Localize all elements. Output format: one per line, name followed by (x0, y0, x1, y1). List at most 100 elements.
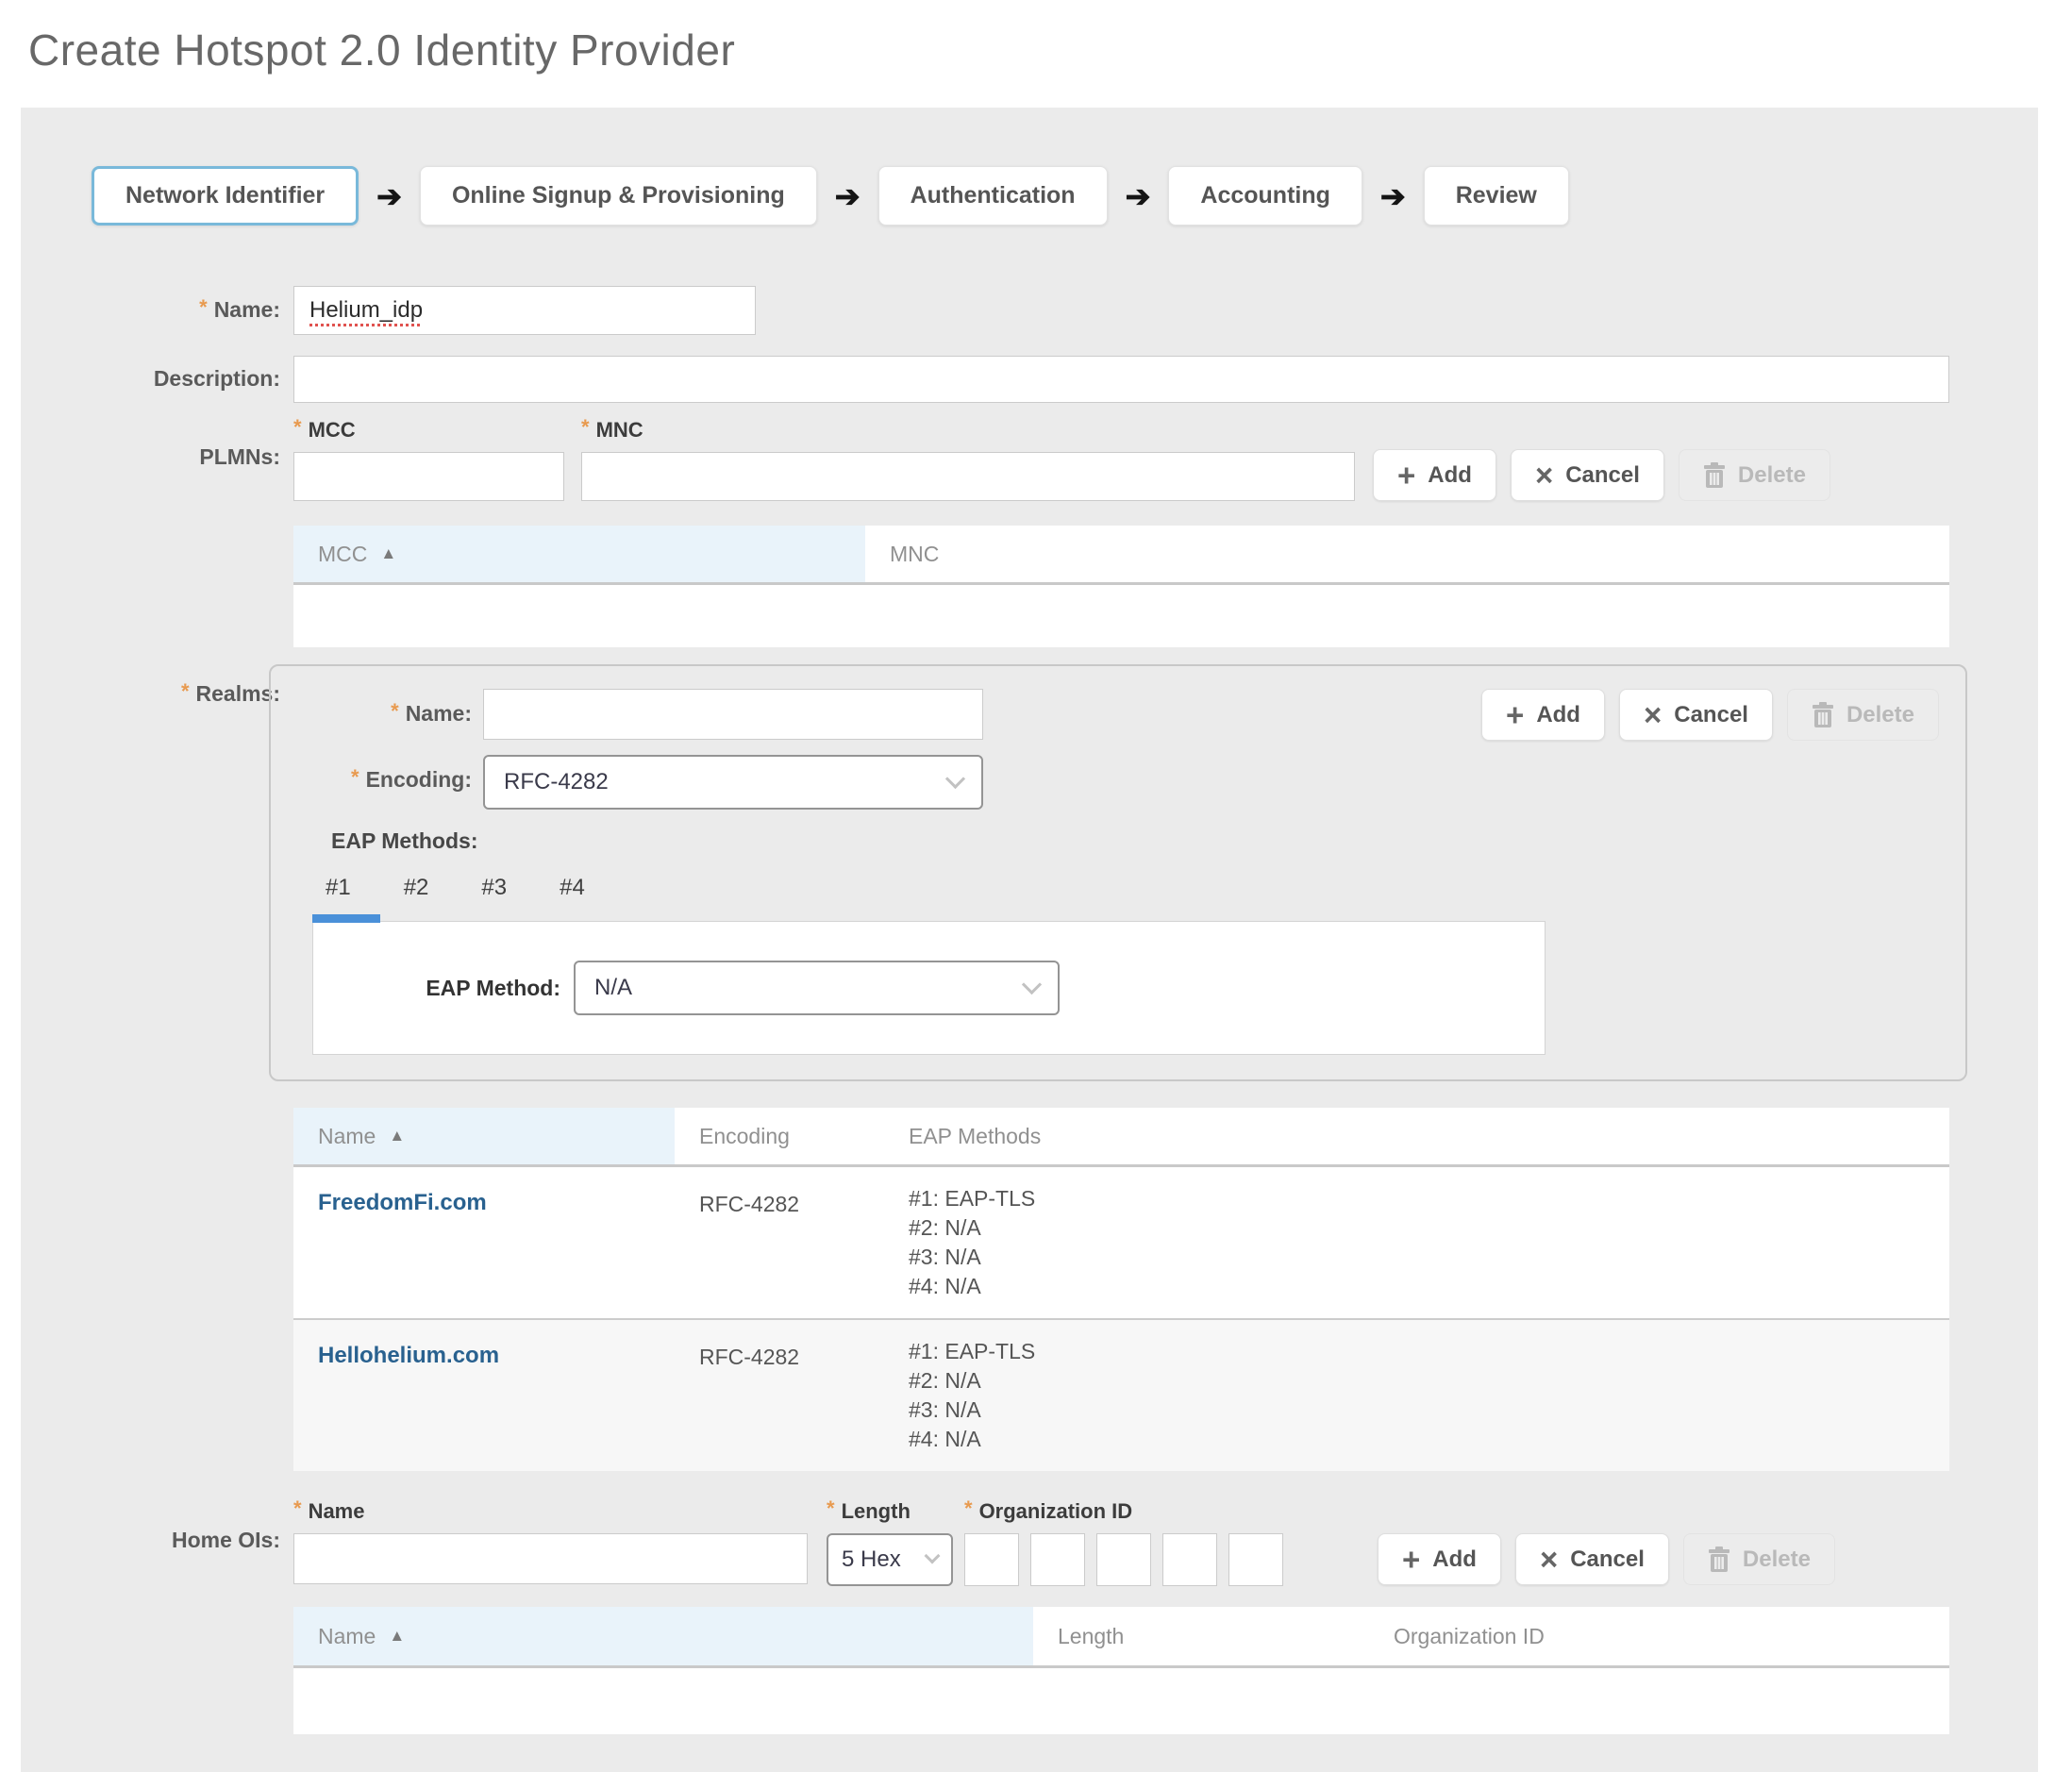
eap-method-select[interactable]: N/A (574, 961, 1060, 1015)
home-oi-add-button[interactable]: +Add (1378, 1533, 1501, 1585)
required-marker: * (391, 699, 399, 723)
plus-icon: + (1402, 1544, 1420, 1575)
plmn-table-header-mcc[interactable]: MCC ▲ (293, 526, 865, 582)
description-label: Description: (92, 356, 280, 403)
x-icon: × (1535, 460, 1553, 491)
organization-id-label: *Organization ID (964, 1499, 1283, 1524)
length-select[interactable]: 5 Hex (827, 1533, 953, 1586)
realm-eap-cell: #1: EAP-TLS #2: N/A #3: N/A #4: N/A (884, 1184, 1949, 1301)
name-row: *Name: Helium_idp (92, 286, 1970, 335)
description-row: Description: (92, 356, 1970, 403)
sort-asc-icon: ▲ (389, 1127, 405, 1145)
wizard-step-network-identifier[interactable]: Network Identifier (92, 166, 359, 226)
chevron-down-icon (925, 1548, 941, 1564)
x-icon: × (1644, 699, 1662, 730)
eap-method-tab-panel: EAP Method: N/A (312, 921, 1546, 1055)
plmn-delete-button[interactable]: Delete (1679, 449, 1830, 501)
org-id-box-5[interactable] (1228, 1533, 1283, 1586)
description-input[interactable] (293, 356, 1949, 403)
mnc-input[interactable] (581, 452, 1355, 501)
realm-link[interactable]: FreedomFi.com (318, 1190, 487, 1215)
wizard-step-authentication[interactable]: Authentication (878, 166, 1108, 226)
realms-table: Name ▲ Encoding EAP Methods FreedomFi.co… (293, 1108, 1949, 1471)
realms-table-header-eap[interactable]: EAP Methods (884, 1108, 1949, 1164)
realm-eap-cell: #1: EAP-TLS #2: N/A #3: N/A #4: N/A (884, 1337, 1949, 1454)
wizard-step-online-signup[interactable]: Online Signup & Provisioning (420, 166, 817, 226)
name-input[interactable]: Helium_idp (293, 286, 756, 335)
wizard-arrow-icon: ➔ (835, 181, 861, 211)
realm-name-input[interactable] (483, 689, 983, 740)
sort-asc-icon: ▲ (380, 544, 396, 563)
plus-icon: + (1506, 699, 1524, 730)
chevron-down-icon (945, 768, 965, 788)
required-marker: * (181, 679, 190, 703)
home-ois-table-header-length[interactable]: Length (1033, 1607, 1369, 1665)
wizard-arrow-icon: ➔ (1380, 181, 1406, 211)
plmn-add-button[interactable]: +Add (1373, 449, 1496, 501)
table-row: Hellohelium.com RFC-4282 #1: EAP-TLS #2:… (293, 1318, 1949, 1471)
encoding-select[interactable]: RFC-4282 (483, 755, 983, 810)
trash-icon (1812, 702, 1834, 728)
eap-methods-label: EAP Methods: (331, 828, 1937, 854)
eap-method-label: EAP Method: (313, 976, 560, 1001)
eap-tab-3[interactable]: #3 (481, 875, 507, 905)
eap-tab-1[interactable]: #1 (326, 875, 351, 905)
home-ois-table-body-empty (293, 1668, 1949, 1734)
plus-icon: + (1397, 460, 1415, 491)
home-oi-delete-button[interactable]: Delete (1683, 1533, 1835, 1585)
plmns-label: PLMNs: (92, 418, 280, 647)
home-oi-name-input[interactable] (293, 1533, 808, 1584)
home-oi-cancel-button[interactable]: ×Cancel (1515, 1533, 1669, 1585)
wizard-arrow-icon: ➔ (376, 181, 402, 211)
length-label: *Length (827, 1499, 953, 1524)
home-oi-name-label: *Name (293, 1499, 808, 1524)
required-marker: * (351, 765, 359, 789)
org-id-box-1[interactable] (964, 1533, 1019, 1586)
realms-table-header-name[interactable]: Name ▲ (293, 1108, 675, 1164)
realm-encoding-cell: RFC-4282 (675, 1184, 884, 1301)
required-marker: * (964, 1496, 973, 1520)
plmn-table-header-mnc[interactable]: MNC (865, 526, 1949, 582)
realm-cancel-button[interactable]: ×Cancel (1619, 689, 1773, 741)
plmn-table: MCC ▲ MNC (293, 526, 1949, 647)
form-panel: Network Identifier ➔ Online Signup & Pro… (21, 108, 2038, 1772)
required-marker: * (581, 415, 590, 439)
wizard-step-review[interactable]: Review (1424, 166, 1569, 226)
eap-method-tabs: #1 #2 #3 #4 (326, 875, 1937, 905)
mcc-label: *MCC (293, 418, 564, 443)
organization-id-inputs (964, 1533, 1283, 1586)
realm-name-label: *Name: (290, 689, 472, 740)
home-ois-label: Home OIs: (92, 1499, 280, 1734)
required-marker: * (293, 415, 302, 439)
org-id-box-3[interactable] (1096, 1533, 1151, 1586)
plmns-row: PLMNs: *MCC *MNC +Add (92, 418, 1970, 647)
realms-row: *Realms: +Add ×Cancel (92, 664, 1970, 1471)
org-id-box-4[interactable] (1162, 1533, 1217, 1586)
home-ois-table-header-org[interactable]: Organization ID (1369, 1607, 1949, 1665)
trash-icon (1708, 1546, 1730, 1573)
org-id-box-2[interactable] (1030, 1533, 1085, 1586)
table-row: FreedomFi.com RFC-4282 #1: EAP-TLS #2: N… (293, 1167, 1949, 1318)
wizard-steps: Network Identifier ➔ Online Signup & Pro… (92, 166, 1970, 226)
realms-label: *Realms: (92, 664, 280, 1471)
wizard-arrow-icon: ➔ (1126, 181, 1151, 211)
realm-add-button[interactable]: +Add (1481, 689, 1605, 741)
home-ois-row: Home OIs: *Name *Length 5 Hex (92, 1499, 1970, 1734)
realm-delete-button[interactable]: Delete (1787, 689, 1939, 741)
trash-icon (1703, 462, 1726, 489)
home-ois-table-header-name[interactable]: Name ▲ (293, 1607, 1033, 1665)
realms-table-header-encoding[interactable]: Encoding (675, 1108, 884, 1164)
encoding-label: *Encoding: (290, 755, 472, 810)
realm-link[interactable]: Hellohelium.com (318, 1343, 499, 1368)
eap-tab-4[interactable]: #4 (560, 875, 585, 905)
home-ois-table: Name ▲ Length Organization ID (293, 1607, 1949, 1734)
realms-editor: +Add ×Cancel Del (269, 664, 1967, 1081)
eap-tab-2[interactable]: #2 (404, 875, 429, 905)
plmn-table-body-empty (293, 585, 1949, 647)
mnc-label: *MNC (581, 418, 1355, 443)
plmn-cancel-button[interactable]: ×Cancel (1511, 449, 1664, 501)
realm-encoding-row: *Encoding: RFC-4282 (290, 755, 1937, 810)
wizard-step-accounting[interactable]: Accounting (1168, 166, 1362, 226)
mcc-input[interactable] (293, 452, 564, 501)
required-marker: * (293, 1496, 302, 1520)
